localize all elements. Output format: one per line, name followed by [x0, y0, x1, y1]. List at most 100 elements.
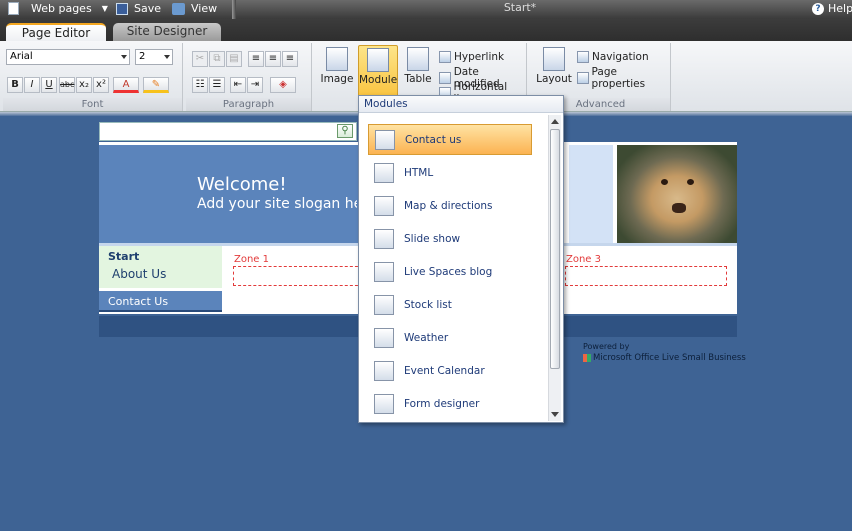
page-properties-button[interactable]: Page properties — [577, 66, 670, 90]
table-label: Table — [404, 73, 432, 85]
strikethrough-button[interactable]: abc — [59, 77, 75, 93]
clear-format-icon[interactable]: ◈ — [270, 77, 296, 93]
underline-button[interactable]: U — [41, 77, 57, 93]
calendar-icon — [374, 360, 394, 381]
html-icon — [374, 162, 394, 183]
modules-dropdown: Modules Contact us HTML Map & directions… — [358, 95, 564, 423]
tab-page-editor[interactable]: Page Editor — [6, 23, 106, 41]
module-item-label: Weather — [404, 331, 449, 344]
font-size-combo[interactable]: 2 — [135, 49, 173, 65]
module-item-label: Live Spaces blog — [404, 265, 493, 278]
font-name-combo[interactable]: Arial — [6, 49, 130, 65]
copy-icon[interactable]: ⧉ — [209, 51, 225, 67]
help-label: Help — [828, 2, 852, 15]
italic-button[interactable]: I — [24, 77, 40, 93]
module-item-contact-us[interactable]: Contact us — [368, 124, 532, 155]
subscript-button[interactable]: x₂ — [76, 77, 92, 93]
scroll-down-icon[interactable] — [551, 412, 559, 417]
layout-button[interactable]: Layout — [534, 45, 574, 97]
superscript-button[interactable]: x² — [93, 77, 109, 93]
hyperlink-button[interactable]: Hyperlink — [439, 51, 504, 63]
font-group-label: Font — [3, 98, 182, 111]
scroll-up-icon[interactable] — [551, 119, 559, 124]
module-item-event-calendar[interactable]: Event Calendar — [368, 355, 532, 386]
module-item-label: Stock list — [404, 298, 452, 311]
powered-by-product-label: Microsoft Office Live Small Business — [593, 353, 746, 363]
module-item-map[interactable]: Map & directions — [368, 190, 532, 221]
numbered-list-icon[interactable]: ☷ — [192, 77, 208, 93]
chevron-down-icon — [164, 55, 170, 59]
search-icon: ⚲ — [341, 125, 349, 136]
align-center-icon[interactable]: ≡ — [265, 51, 281, 67]
nav-item-about-us[interactable]: About Us — [112, 267, 166, 281]
document-title: Start* — [503, 1, 537, 14]
module-item-weather[interactable]: Weather — [368, 322, 532, 353]
chevron-down-icon — [121, 55, 127, 59]
table-icon — [407, 47, 429, 71]
module-item-slide-show[interactable]: Slide show — [368, 223, 532, 254]
form-designer-icon — [374, 393, 394, 414]
module-item-label: Event Calendar — [404, 364, 485, 377]
paragraph-group-label: Paragraph — [186, 98, 311, 111]
welcome-heading[interactable]: Welcome! — [197, 174, 287, 195]
dog-eye — [687, 179, 694, 185]
zone-1[interactable] — [233, 266, 363, 286]
module-item-form-designer[interactable]: Form designer — [368, 388, 532, 419]
module-item-html[interactable]: HTML — [368, 157, 532, 188]
image-icon — [326, 47, 348, 71]
layout-icon — [543, 47, 565, 71]
office-logo-icon — [583, 354, 591, 362]
hyperlink-label: Hyperlink — [454, 51, 505, 63]
paste-icon[interactable]: ▤ — [226, 51, 242, 67]
navigation-button[interactable]: Navigation — [577, 51, 649, 63]
blog-icon — [374, 261, 394, 282]
site-slogan[interactable]: Add your site slogan here — [197, 196, 357, 212]
hyperlink-icon — [439, 51, 451, 63]
bold-button[interactable]: B — [7, 77, 23, 93]
dog-eye — [661, 179, 668, 185]
help-button[interactable]: ? Help — [812, 2, 852, 15]
powered-by-label: Powered by — [583, 342, 630, 351]
highlight-color-button[interactable]: ✎ — [143, 77, 169, 93]
title-bar: Web pages ▼ Save View Start* ? Help — [0, 0, 852, 19]
decrease-indent-icon[interactable]: ⇤ — [230, 77, 246, 93]
page-properties-label: Page properties — [591, 66, 646, 90]
dog-photo[interactable] — [617, 145, 737, 243]
paragraph-group: ✂ ⧉ ▤ ≡ ≡ ≡ ☷ ☰ ⇤ ⇥ ◈ Paragraph — [186, 43, 312, 111]
align-right-icon[interactable]: ≡ — [282, 51, 298, 67]
bulleted-list-icon[interactable]: ☰ — [209, 77, 225, 93]
zone-3[interactable] — [565, 266, 727, 286]
cut-icon[interactable]: ✂ — [192, 51, 208, 67]
table-button[interactable]: Table — [401, 45, 435, 97]
tab-strip: Page Editor Site Designer — [0, 19, 852, 41]
nav-item-contact-us[interactable]: Contact Us — [99, 290, 222, 312]
align-left-icon[interactable]: ≡ — [248, 51, 264, 67]
font-size-value: 2 — [139, 51, 146, 62]
module-icon — [367, 48, 389, 72]
page-properties-icon — [577, 72, 589, 84]
font-name-value: Arial — [10, 51, 33, 62]
weather-icon — [374, 327, 394, 348]
module-item-blog[interactable]: Live Spaces blog — [368, 256, 532, 287]
tab-site-designer[interactable]: Site Designer — [113, 23, 221, 41]
font-group: Arial 2 B I U abc x₂ x² A ✎ Font — [3, 43, 183, 111]
powered-by-product[interactable]: Microsoft Office Live Small Business — [583, 353, 746, 363]
modules-scrollbar[interactable] — [548, 115, 561, 421]
navigation-icon — [577, 51, 589, 63]
modules-dropdown-header: Modules — [359, 96, 563, 113]
image-button[interactable]: Image — [319, 45, 355, 97]
font-color-button[interactable]: A — [113, 77, 139, 93]
nav-item-start[interactable]: Start — [108, 250, 139, 263]
module-item-label: HTML — [404, 166, 434, 179]
module-item-stock-list[interactable]: Stock list — [368, 289, 532, 320]
stock-chart-icon — [374, 294, 394, 315]
map-icon — [374, 195, 394, 216]
module-item-label: Map & directions — [404, 199, 493, 212]
module-button[interactable]: Module — [358, 45, 398, 97]
search-button[interactable]: ⚲ — [337, 124, 353, 138]
slideshow-icon — [374, 228, 394, 249]
scroll-thumb[interactable] — [550, 129, 560, 369]
site-search-input[interactable] — [99, 122, 357, 141]
increase-indent-icon[interactable]: ⇥ — [247, 77, 263, 93]
module-item-label: Contact us — [405, 133, 462, 146]
